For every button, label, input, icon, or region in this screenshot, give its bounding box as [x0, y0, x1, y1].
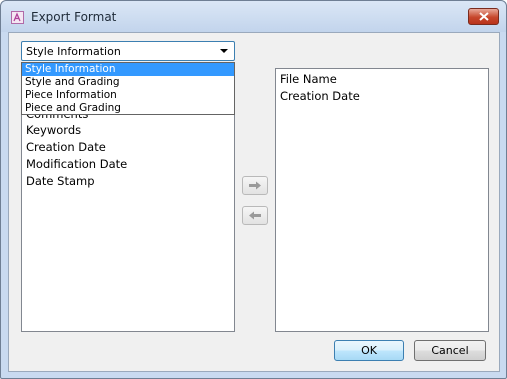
move-right-button[interactable]	[242, 176, 268, 195]
list-item[interactable]: Creation Date	[280, 89, 360, 103]
format-dropdown-list: Style Information Style and Grading Piec…	[21, 62, 235, 115]
list-item[interactable]: Keywords	[26, 123, 81, 137]
window-title: Export Format	[31, 10, 117, 24]
ok-button[interactable]: OK	[334, 340, 404, 361]
format-combo-value: Style Information	[26, 45, 121, 58]
format-combo[interactable]: Style Information	[21, 41, 235, 61]
cancel-button[interactable]: Cancel	[414, 340, 486, 361]
close-button[interactable]	[468, 8, 499, 25]
list-item[interactable]: Modification Date	[26, 157, 127, 171]
list-item[interactable]: Creation Date	[26, 140, 106, 154]
arrow-left-icon	[249, 211, 261, 220]
dropdown-option-piece-and-grading[interactable]: Piece and Grading	[22, 102, 234, 115]
move-left-button[interactable]	[242, 206, 268, 225]
dropdown-option-piece-information[interactable]: Piece Information	[22, 89, 234, 102]
title-bar[interactable]: Export Format	[1, 1, 506, 32]
app-icon	[11, 11, 24, 24]
selected-fields-list[interactable]: File Name Creation Date	[275, 68, 489, 332]
dropdown-option-style-information[interactable]: Style Information	[22, 63, 234, 76]
dropdown-option-style-and-grading[interactable]: Style and Grading	[22, 76, 234, 89]
close-icon	[478, 12, 489, 21]
export-format-dialog: Export Format Style Information Style In…	[0, 0, 507, 379]
chevron-down-icon[interactable]	[218, 45, 230, 57]
arrow-right-icon	[249, 181, 261, 190]
dialog-body: Style Information Style Information Styl…	[8, 32, 500, 372]
list-item[interactable]: File Name	[280, 72, 337, 86]
list-item[interactable]: Date Stamp	[26, 174, 95, 188]
